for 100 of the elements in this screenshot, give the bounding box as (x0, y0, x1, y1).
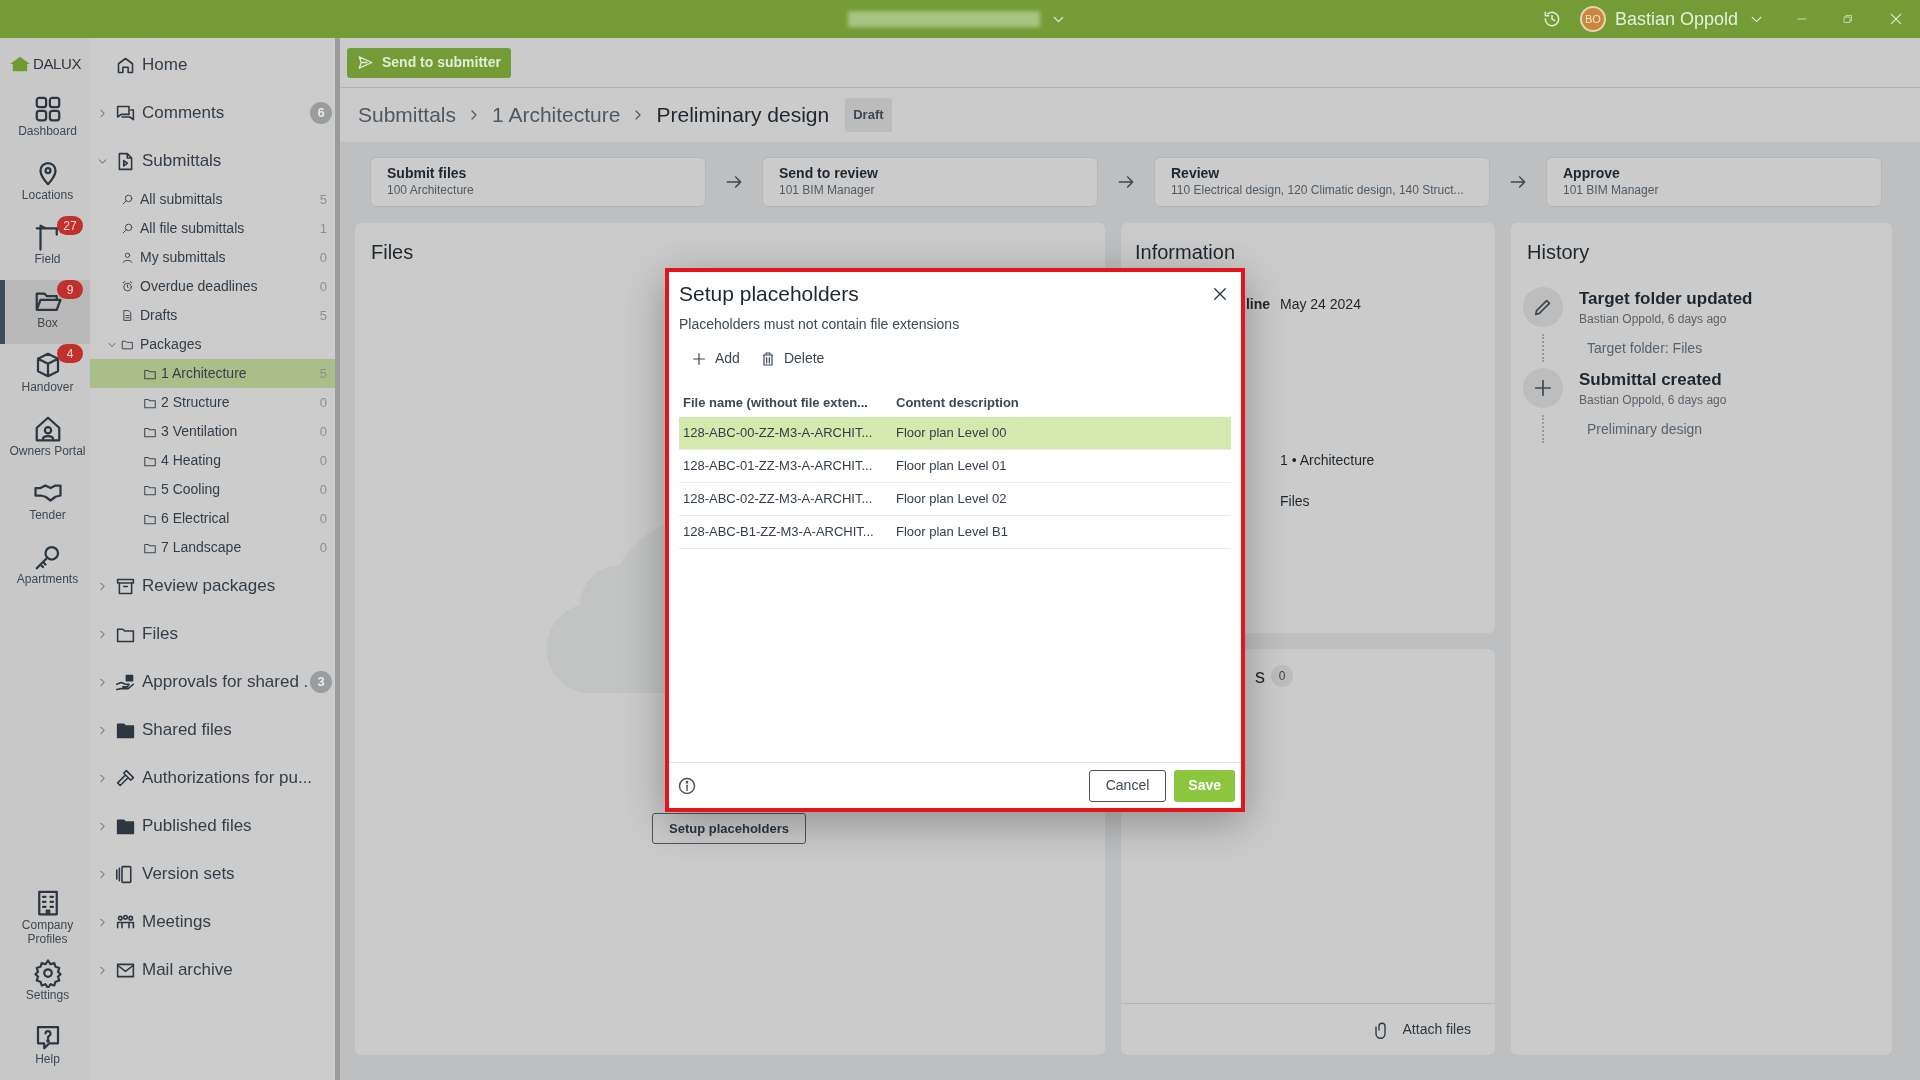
rail-item[interactable]: Dashboard (0, 88, 90, 152)
panel-title: s (1255, 664, 1265, 689)
toolbar-action[interactable]: Add (691, 348, 740, 369)
status-badge: Draft (845, 98, 892, 132)
sidebar-item[interactable]: Published files (90, 802, 335, 850)
breadcrumb-link[interactable]: Submittals (358, 99, 457, 131)
sidebar-item[interactable]: Submittals (90, 137, 335, 185)
notification-badge: 27 (57, 216, 83, 235)
item-count: 5 (319, 190, 327, 209)
step-subtitle: 110 Electrical design, 120 Climatic design, 140 Struct... (1171, 182, 1465, 199)
workflow-step-card[interactable]: Send to review 101 BIM Manager (762, 157, 1098, 207)
event-title: Submittal created (1579, 369, 1723, 391)
panel-title: Files (371, 240, 414, 265)
step-subtitle: 101 BIM Manager (779, 182, 876, 199)
table-cell-text: Floor plan Level 00 (895, 423, 1008, 442)
rail-item[interactable]: Company Profiles (0, 882, 90, 952)
event-meta: Bastian Oppold, 6 days ago (1579, 392, 1727, 409)
item-count: 0 (319, 451, 327, 470)
workflow-step-card[interactable]: Submit files 100 Architecture (370, 157, 706, 207)
table-cell-text: 128-ABC-02-ZZ-M3-A-ARCHIT... (682, 489, 874, 508)
sidebar-item[interactable]: 2 Structure 0 (90, 388, 335, 417)
sidebar-item[interactable]: My submittals 0 (90, 243, 335, 272)
sidebar-item[interactable]: Home (90, 41, 335, 89)
item-count: 0 (319, 538, 327, 557)
person-icon (121, 251, 134, 264)
item-count: 0 (319, 248, 327, 267)
sidebar-item[interactable]: All submittals 5 (90, 185, 335, 214)
logo-house-icon (8, 55, 31, 73)
search-icon (121, 222, 134, 235)
sidebar-item[interactable]: Mail archive (90, 946, 335, 994)
rail-item[interactable]: Box 9 (0, 280, 90, 344)
notification-badge: 9 (57, 280, 83, 299)
setup-placeholders-button[interactable]: Setup placeholders (652, 813, 806, 844)
sidebar-item[interactable]: 4 Heating 0 (90, 446, 335, 475)
hammer-icon (115, 767, 136, 789)
rail-item[interactable]: Locations (0, 152, 90, 216)
step-title: Review (1171, 164, 1221, 182)
plus-icon (1532, 377, 1554, 399)
plus-icon (691, 350, 707, 367)
sidebar-item[interactable]: Version sets (90, 850, 335, 898)
item-count: 1 (319, 219, 327, 238)
count-badge: 6 (310, 102, 332, 124)
sidebar-item[interactable]: 6 Electrical 0 (90, 504, 335, 533)
cancel-button[interactable]: Cancel (1088, 769, 1167, 802)
sidebar-item[interactable]: Shared files (90, 706, 335, 754)
table-cell-text: Floor plan Level 02 (895, 489, 1008, 508)
notification-badge: 4 (57, 344, 83, 363)
restore-icon[interactable] (1842, 13, 1854, 25)
table-row[interactable]: 128-ABC-00-ZZ-M3-A-ARCHIT... Floor plan Level 00 (679, 416, 1231, 450)
attach-files-button[interactable]: Attach files (1372, 1019, 1471, 1040)
sidebar-item[interactable]: 3 Ventilation 0 (90, 417, 335, 446)
column-header: File name (without file exten... (682, 393, 869, 412)
table-cell-text: Floor plan Level 01 (895, 456, 1008, 475)
item-count: 0 (319, 422, 327, 441)
logo-text: DALUX (32, 53, 82, 74)
alarm-clock-icon (121, 280, 134, 293)
sidebar-item[interactable]: Review packages (90, 562, 335, 610)
item-count: 0 (319, 480, 327, 499)
event-meta: Bastian Oppold, 6 days ago (1579, 311, 1728, 328)
field-value: May 24 2024 (1280, 295, 1362, 314)
rail-item[interactable]: Help (0, 1016, 90, 1080)
sidebar-item[interactable]: Approvals for shared . 3 (90, 658, 335, 706)
panel-title: History (1526, 240, 1591, 265)
table-cell-text: 128-ABC-00-ZZ-M3-A-ARCHIT... (682, 423, 874, 442)
step-subtitle: 100 Architecture (387, 182, 475, 199)
sidebar-item[interactable]: Packages (90, 330, 335, 359)
sidebar-item[interactable]: Authorizations for pu... (90, 754, 335, 802)
sidebar-item[interactable]: Files (90, 610, 335, 658)
item-count: 0 (319, 509, 327, 528)
rail-item[interactable]: Field 27 (0, 216, 90, 280)
breadcrumb-link[interactable]: 1 Architecture (492, 99, 621, 131)
rail-item[interactable]: Apartments (0, 536, 90, 600)
rail-item[interactable]: Owners Portal (0, 408, 90, 472)
step-subtitle: 101 BIM Manager (1563, 182, 1660, 199)
table-cell-text: Floor plan Level B1 (895, 522, 1009, 541)
sidebar-item[interactable]: 5 Cooling 0 (90, 475, 335, 504)
sidebar-item[interactable]: 7 Landscape 0 (90, 533, 335, 562)
sidebar-item[interactable]: Meetings (90, 898, 335, 946)
info-icon[interactable] (677, 775, 697, 796)
dialog-title: Setup placeholders (679, 281, 859, 307)
rail-item[interactable]: Settings (0, 952, 90, 1016)
search-icon (121, 193, 134, 206)
sidebar-item[interactable]: All file submittals 1 (90, 214, 335, 243)
item-count: 0 (319, 277, 327, 296)
send-icon (357, 54, 374, 71)
sidebar-item[interactable]: Overdue deadlines 0 (90, 272, 335, 301)
document-icon (121, 309, 134, 322)
timeline-line (1542, 415, 1544, 443)
folder-icon (121, 338, 134, 351)
sidebar-item[interactable]: Comments 6 (90, 89, 335, 137)
settings-icon (32, 958, 63, 988)
workflow-step-card[interactable]: Review 110 Electrical design, 120 Climatic design, 140 Struct... (1154, 157, 1490, 207)
count-badge: 0 (1271, 665, 1293, 687)
workflow-step-card[interactable]: Approve 101 BIM Manager (1546, 157, 1882, 207)
rail-item[interactable]: Tender (0, 472, 90, 536)
toolbar-action[interactable]: Delete (759, 348, 825, 369)
page-title: Preliminary design (656, 102, 830, 129)
table-cell-text: 128-ABC-B1-ZZ-M3-A-ARCHIT... (682, 522, 875, 541)
rail-item[interactable]: Handover 4 (0, 344, 90, 408)
sidebar-item[interactable]: Drafts 5 (90, 301, 335, 330)
